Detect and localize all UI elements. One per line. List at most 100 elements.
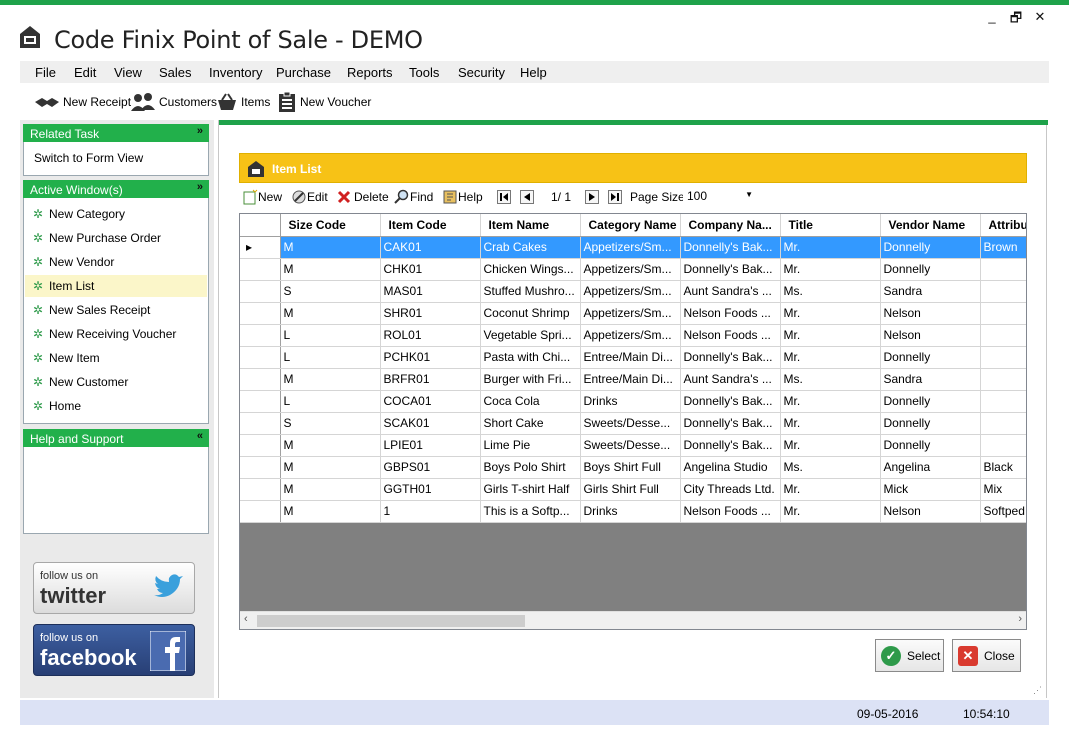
table-cell[interactable]: Donnelly (880, 390, 981, 413)
table-cell[interactable]: M (280, 434, 381, 457)
table-cell[interactable]: Nelson (880, 324, 981, 347)
scrollbar-thumb[interactable] (257, 615, 525, 627)
menu-help[interactable]: Help (520, 65, 547, 80)
table-cell[interactable]: Ms. (780, 368, 881, 391)
table-row[interactable]: L COCA01 Coca Cola Drinks Donnelly's Bak... M… (240, 390, 1026, 413)
active-window-home[interactable]: ✲ Home (25, 395, 207, 417)
table-cell[interactable]: COCA01 (380, 390, 481, 413)
table-cell[interactable] (980, 302, 1026, 325)
table-row[interactable]: M 1 This is a Softp... Drinks Nelson Foods .… (240, 500, 1026, 523)
table-cell[interactable]: Appetizers/Sm... (580, 280, 681, 303)
table-cell[interactable]: Ms. (780, 456, 881, 479)
table-cell[interactable]: Mix (980, 478, 1026, 501)
table-cell[interactable]: Stuffed Mushro... (480, 280, 581, 303)
grid-new-button[interactable]: New (242, 188, 282, 206)
table-cell[interactable]: M (280, 258, 381, 281)
table-cell[interactable]: Donnelly's Bak... (680, 434, 781, 457)
menu-purchase[interactable]: Purchase (276, 65, 331, 80)
table-row[interactable]: S MAS01 Stuffed Mushro... Appetizers/Sm... A… (240, 280, 1026, 303)
table-cell[interactable]: Mr. (780, 434, 881, 457)
active-window-new-purchase-order[interactable]: ✲ New Purchase Order (25, 227, 207, 249)
table-cell[interactable] (980, 368, 1026, 391)
items-button[interactable]: Items (216, 91, 270, 113)
table-cell[interactable]: LPIE01 (380, 434, 481, 457)
table-cell[interactable]: Sweets/Desse... (580, 412, 681, 435)
table-cell[interactable]: Mr. (780, 390, 881, 413)
table-cell[interactable]: Donnelly (880, 236, 981, 259)
table-cell[interactable]: Donnelly's Bak... (680, 258, 781, 281)
table-cell[interactable] (980, 324, 1026, 347)
table-cell[interactable]: Entree/Main Di... (580, 346, 681, 369)
table-cell[interactable]: Donnelly (880, 346, 981, 369)
table-cell[interactable]: Donnelly's Bak... (680, 236, 781, 259)
row-header[interactable] (240, 412, 281, 435)
close-window-button[interactable]: ✕ (1032, 9, 1048, 25)
table-row[interactable]: M GBPS01 Boys Polo Shirt Boys Shirt Full Ang… (240, 456, 1026, 479)
table-cell[interactable]: SCAK01 (380, 412, 481, 435)
table-cell[interactable]: L (280, 324, 381, 347)
menu-tools[interactable]: Tools (409, 65, 439, 80)
table-cell[interactable]: L (280, 390, 381, 413)
table-row[interactable]: M CHK01 Chicken Wings... Appetizers/Sm... Do… (240, 258, 1026, 281)
new-voucher-button[interactable]: New Voucher (277, 91, 371, 113)
minimize-button[interactable]: _ (984, 9, 1000, 24)
table-cell[interactable]: M (280, 478, 381, 501)
table-cell[interactable]: Mr. (780, 236, 881, 259)
table-cell[interactable]: Appetizers/Sm... (580, 324, 681, 347)
grid-help-button[interactable]: Help (442, 188, 483, 206)
table-cell[interactable] (980, 346, 1026, 369)
table-cell[interactable]: Aunt Sandra's ... (680, 368, 781, 391)
table-cell[interactable]: Nelson Foods ... (680, 500, 781, 523)
table-cell[interactable]: Softped (980, 500, 1026, 523)
table-cell[interactable]: Burger with Fri... (480, 368, 581, 391)
table-cell[interactable]: Drinks (580, 390, 681, 413)
table-cell[interactable]: Donnelly's Bak... (680, 346, 781, 369)
table-cell[interactable]: PCHK01 (380, 346, 481, 369)
table-cell[interactable]: City Threads Ltd. (680, 478, 781, 501)
table-cell[interactable]: Pasta with Chi... (480, 346, 581, 369)
table-row[interactable]: M BRFR01 Burger with Fri... Entree/Main Di.… (240, 368, 1026, 391)
table-cell[interactable]: Short Cake (480, 412, 581, 435)
collapse-chevron-icon[interactable]: » (197, 181, 203, 193)
table-cell[interactable]: Mr. (780, 412, 881, 435)
table-cell[interactable]: Chicken Wings... (480, 258, 581, 281)
table-cell[interactable]: SHR01 (380, 302, 481, 325)
scroll-right-icon[interactable]: › (1018, 613, 1022, 625)
expand-chevron-icon[interactable]: « (197, 430, 203, 442)
table-cell[interactable]: Lime Pie (480, 434, 581, 457)
column-header[interactable]: Item Code (380, 214, 481, 237)
menu-view[interactable]: View (114, 65, 142, 80)
collapse-chevron-icon[interactable]: » (197, 125, 203, 137)
column-header[interactable]: Attribu (980, 214, 1026, 237)
table-cell[interactable]: Nelson Foods ... (680, 302, 781, 325)
table-row[interactable]: M SHR01 Coconut Shrimp Appetizers/Sm... Nels… (240, 302, 1026, 325)
table-cell[interactable]: Boys Shirt Full (580, 456, 681, 479)
twitter-follow-button[interactable]: follow us on twitter (33, 562, 195, 614)
table-cell[interactable]: Sandra (880, 368, 981, 391)
new-receipt-button[interactable]: New Receipt (34, 91, 131, 113)
menu-sales[interactable]: Sales (159, 65, 192, 80)
menu-reports[interactable]: Reports (347, 65, 393, 80)
table-cell[interactable]: Sandra (880, 280, 981, 303)
table-cell[interactable]: S (280, 412, 381, 435)
table-cell[interactable]: Sweets/Desse... (580, 434, 681, 457)
table-cell[interactable]: M (280, 302, 381, 325)
row-header[interactable] (240, 478, 281, 501)
table-cell[interactable]: Crab Cakes (480, 236, 581, 259)
horizontal-scrollbar[interactable]: ‹ › (240, 611, 1026, 629)
table-cell[interactable]: Ms. (780, 280, 881, 303)
column-header[interactable]: Company Na... (680, 214, 781, 237)
resize-grip-icon[interactable]: ⋰ (1033, 685, 1042, 696)
menu-security[interactable]: Security (458, 65, 505, 80)
table-cell[interactable] (980, 434, 1026, 457)
table-cell[interactable]: Vegetable Spri... (480, 324, 581, 347)
table-row[interactable]: M LPIE01 Lime Pie Sweets/Desse... Donnelly's… (240, 434, 1026, 457)
table-cell[interactable]: Donnelly's Bak... (680, 390, 781, 413)
row-header[interactable] (240, 302, 281, 325)
table-cell[interactable] (980, 280, 1026, 303)
active-window-new-receiving-voucher[interactable]: ✲ New Receiving Voucher (25, 323, 207, 345)
page-size-select[interactable]: 100 ▼ (683, 187, 757, 207)
column-header[interactable]: Vendor Name (880, 214, 981, 237)
table-cell[interactable]: Mr. (780, 258, 881, 281)
table-cell[interactable]: GBPS01 (380, 456, 481, 479)
